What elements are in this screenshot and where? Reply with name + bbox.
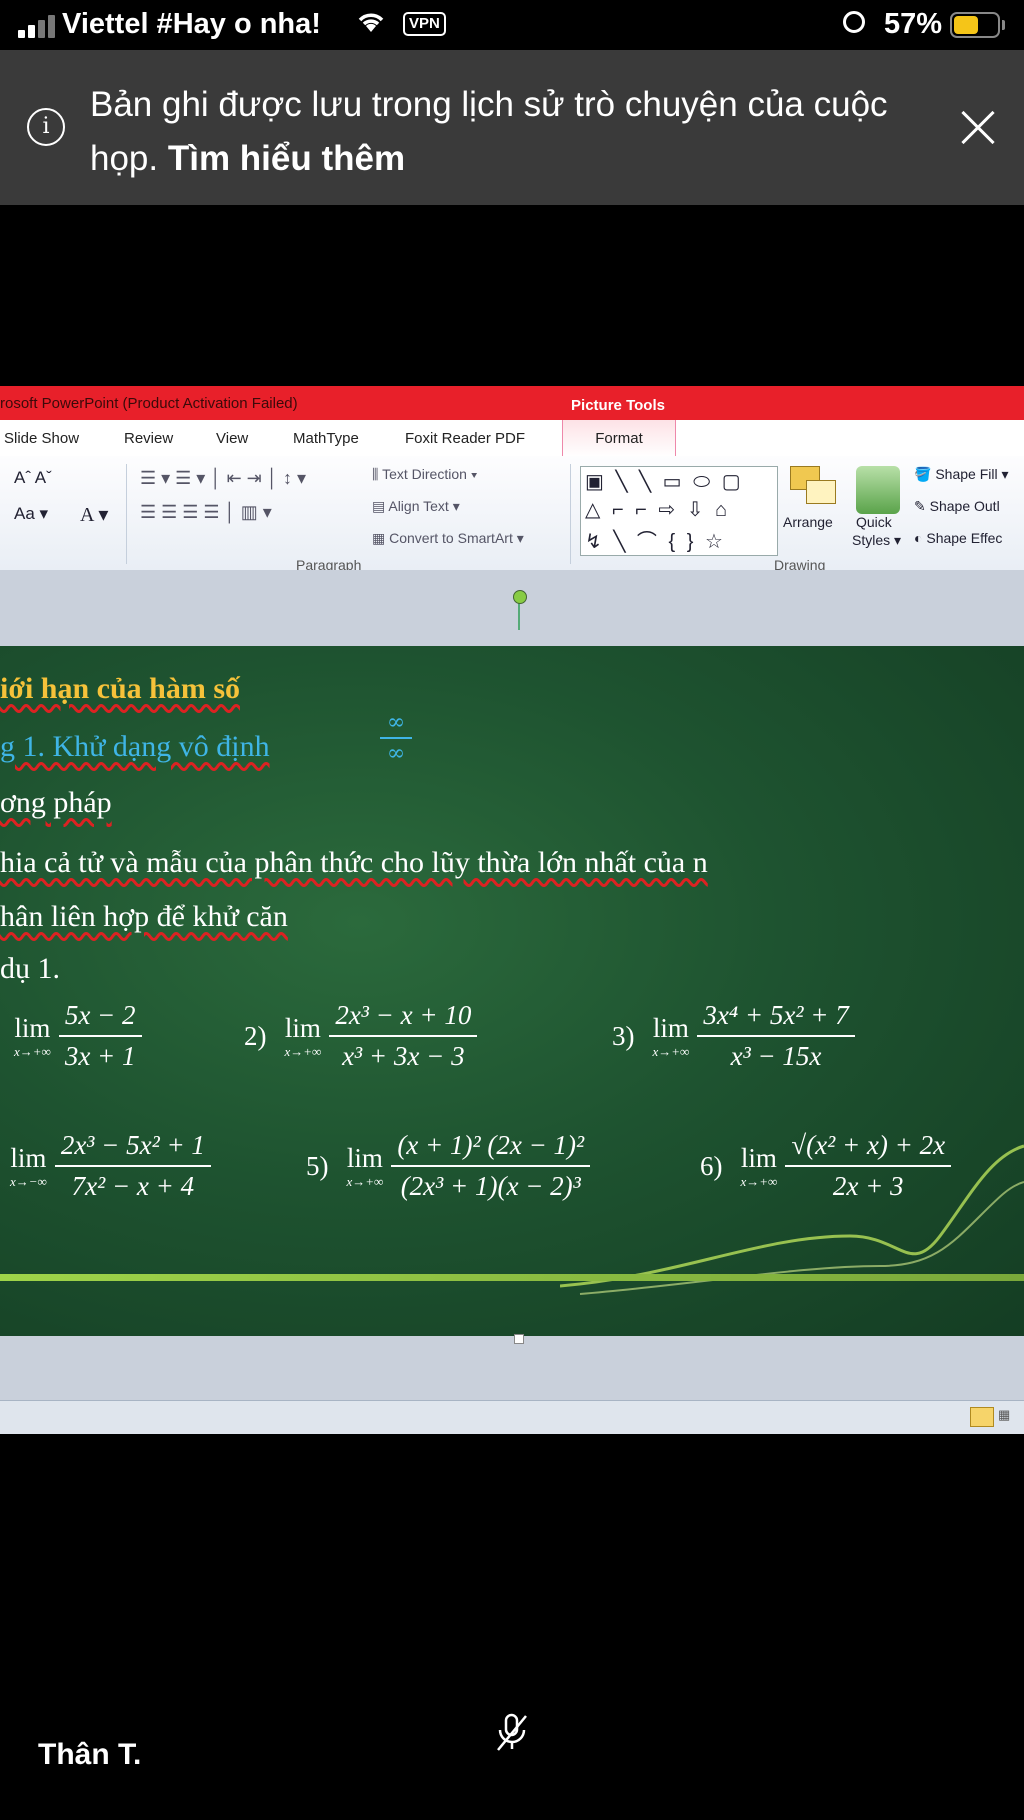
problem-4: lim x→−∞ 2x³ − 5x² + 1 7x² − x + 4 [10,1130,211,1202]
vpn-badge: VPN [403,12,446,36]
tab-foxit[interactable]: Foxit Reader PDF [405,430,525,447]
shapes-row-2: △ ⌐ ⌐ ⇨ ⇩ ⌂ [585,499,731,521]
shapes-row-1: ▣ ╲ ╲ ▭ ⬭ ▢ [585,471,744,493]
status-bar: Viettel #Hay o nha! VPN 57% [0,0,1024,50]
align-text-icon: ▤ [372,498,389,514]
tab-mathtype[interactable]: MathType [293,430,359,447]
signal-icon [18,14,58,38]
align-icons[interactable]: ☰ ☰ ☰ ☰ │ ▥ ▾ [140,502,272,523]
smartart-icon: ▦ [372,530,390,546]
pen-icon: ✎ [914,498,926,514]
arrange-icon-back [806,480,836,504]
resize-handle[interactable] [514,1334,524,1344]
tab-review[interactable]: Review [124,430,173,447]
ppt-title-bar: rosoft PowerPoint (Product Activation Fa… [0,386,1024,420]
grow-font-icon[interactable]: Aˆ Aˇ [14,468,52,488]
shapes-gallery[interactable]: ▣ ╲ ╲ ▭ ⬭ ▢ △ ⌐ ⌐ ⇨ ⇩ ⌂ ↯ ╲ ⌒ { } ☆ [580,466,778,556]
shape-fill-button[interactable]: 🪣 Shape Fill ▾ [914,466,1009,483]
change-case-icon[interactable]: Aa ▾ [14,504,48,524]
shapes-row-3: ↯ ╲ ⌒ { } ☆ [585,531,726,553]
ppt-status-bar [0,1400,1024,1434]
arrange-button[interactable]: Arrange [783,514,833,530]
method-label: ơng pháp [0,786,112,819]
picture-tools-tab: Picture Tools [562,386,674,422]
slide-subheading: g 1. Khử dạng vô định [0,730,270,763]
ribbon: Aˆ Aˇ Aa ▾ A ▾ ☰ ▾ ☰ ▾ │ ⇤ ⇥ │ ↕ ▾ ☰ ☰ ☰… [0,456,1024,573]
rotate-handle[interactable] [513,590,527,604]
wifi-icon [356,10,386,41]
banner-message: Bản ghi được lưu trong lịch sử trò chuyệ… [90,85,888,178]
quick-styles-label-1[interactable]: Quick [856,514,892,530]
text-direction-button[interactable]: ⫼ Text Direction ▾ [372,466,478,483]
rotation-lock-icon [843,11,865,33]
slide-sorter-icon[interactable]: ▦ [998,1407,1018,1425]
battery-icon [950,12,1000,38]
problem-1: lim x→+∞ 5x − 2 3x + 1 [14,1000,142,1072]
slide-stripe [0,1274,1024,1281]
tab-slide-show[interactable]: Slide Show [4,430,79,447]
shared-screen: rosoft PowerPoint (Product Activation Fa… [0,386,1024,1434]
problem-5: 5) lim x→+∞ (x + 1)² (2x − 1)² (2x³ + 1)(x… [306,1130,591,1202]
battery-percent: 57% [884,8,943,40]
separator [570,464,571,564]
slide-heading: iới hạn của hàm số [0,672,240,705]
bullets-icon[interactable]: ☰ ▾ ☰ ▾ │ ⇤ ⇥ │ ↕ ▾ [140,468,306,489]
separator [126,464,127,564]
example-label: dụ 1. [0,952,60,985]
normal-view-icon[interactable] [970,1407,994,1427]
shape-effects-button[interactable]: ◐ Shape Effec [914,530,1002,546]
battery-tip [1002,20,1005,30]
mic-muted-icon [494,1712,530,1752]
align-text-button[interactable]: ▤ Align Text ▾ [372,498,460,515]
convert-smartart-button[interactable]: ▦ Convert to SmartArt ▾ [372,530,524,547]
slide: iới hạn của hàm số g 1. Khử dạng vô định… [0,646,1024,1336]
ribbon-tabs: Slide Show Review View MathType Foxit Re… [0,420,1024,457]
quick-styles-icon [856,466,900,514]
paint-bucket-icon: 🪣 [914,466,932,482]
carrier-name: Viettel #Hay o nha! [62,8,321,40]
infinity-fraction: ∞ ∞ [380,710,412,766]
participant-name: Thân T. [38,1738,142,1771]
text-direction-icon: ⫼ [372,466,383,482]
shape-outline-button[interactable]: ✎ Shape Outl [914,498,1000,515]
problem-2: 2) lim x→+∞ 2x³ − x + 10 x³ + 3x − 3 [244,1000,478,1072]
method-line-2: hân liên hợp để khử căn [0,900,288,933]
quick-styles-label-2[interactable]: Styles ▾ [852,532,901,549]
learn-more-link[interactable]: Tìm hiểu thêm [168,139,405,178]
problem-3: 3) lim x→+∞ 3x⁴ + 5x² + 7 x³ − 15x [612,1000,855,1072]
info-icon: i [27,108,65,146]
tab-view[interactable]: View [216,430,248,447]
window-title: rosoft PowerPoint (Product Activation Fa… [0,395,298,412]
method-line-1: hia cả tử và mẫu của phân thức cho lũy t… [0,846,708,879]
tab-format[interactable]: Format [562,420,676,457]
close-icon[interactable] [958,108,998,148]
recording-notice-banner: i Bản ghi được lưu trong lịch sử trò chu… [0,50,1024,205]
font-color-icon[interactable]: A ▾ [80,502,108,527]
effects-icon: ◐ [914,530,923,546]
